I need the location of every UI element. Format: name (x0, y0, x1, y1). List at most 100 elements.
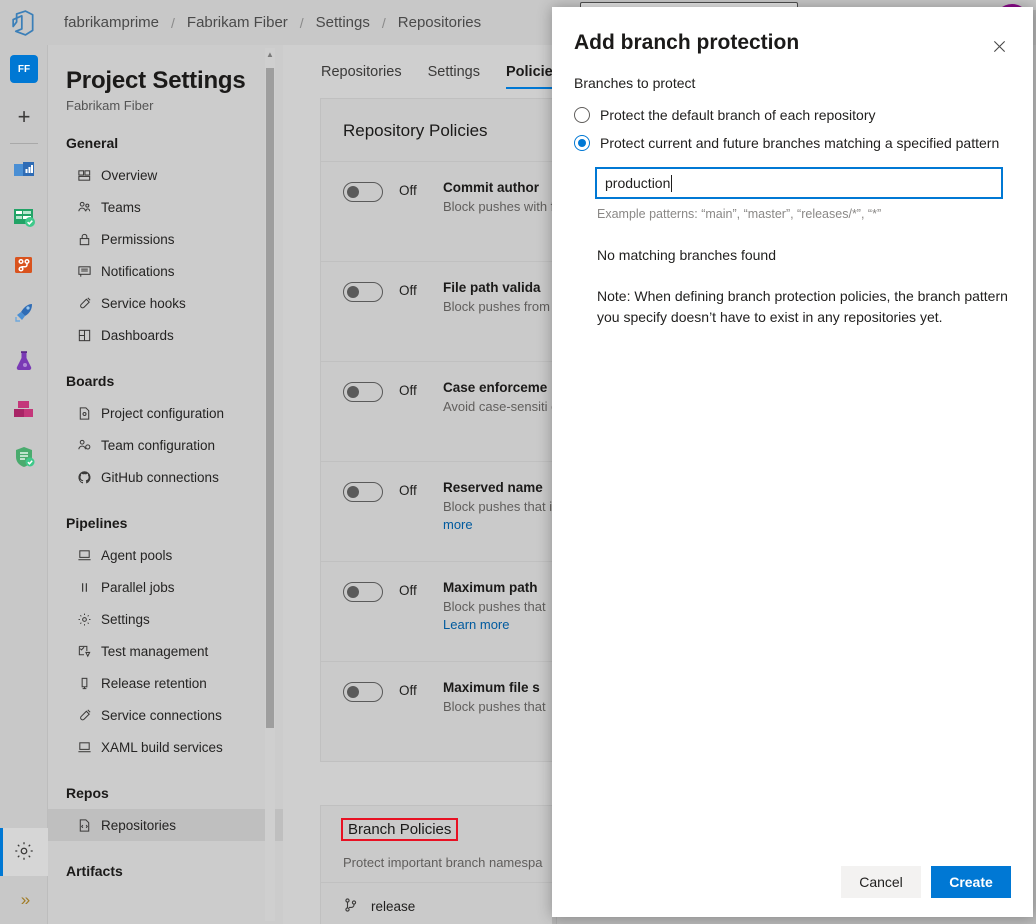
org-initials: FF (10, 55, 38, 83)
sidebar-item-label: Settings (101, 612, 150, 627)
branch-icon (343, 897, 359, 916)
expand-rail-button[interactable]: » (0, 876, 48, 924)
toggle-knob (347, 586, 359, 598)
scrollbar-thumb[interactable] (266, 68, 274, 728)
policy-toggle-state: Off (399, 583, 427, 598)
rail-item-pipelines[interactable] (0, 290, 48, 338)
no-matching-branches-message: No matching branches found (597, 247, 1011, 263)
dialog-title: Add branch protection (574, 31, 1011, 55)
branch-pattern-value: production (605, 175, 670, 191)
boards-icon (12, 205, 36, 232)
nav-scrollbar[interactable]: ▲ (265, 48, 275, 921)
project-settings-nav: Project Settings Fabrikam Fiber General … (48, 45, 283, 924)
artifacts-icon (12, 397, 36, 424)
radio-button[interactable] (574, 135, 590, 151)
breadcrumb-separator: / (167, 15, 179, 31)
sidebar-item-label: Team configuration (101, 438, 215, 453)
sidebar-item-label: Teams (101, 200, 141, 215)
sidebar-item-permissions[interactable]: Permissions (48, 223, 283, 255)
parallel-icon (76, 579, 92, 595)
sidebar-item-repositories[interactable]: Repositories (48, 809, 283, 841)
sidebar-item-label: GitHub connections (101, 470, 219, 485)
rail-item-artifacts[interactable] (0, 386, 48, 434)
toggle-knob (347, 286, 359, 298)
config-icon (76, 405, 92, 421)
breadcrumb-item-settings[interactable]: Settings (308, 14, 378, 31)
list-item[interactable]: release (321, 882, 556, 924)
create-button[interactable]: Create (931, 866, 1011, 898)
sidebar-item-service-hooks[interactable]: Service hooks (48, 287, 283, 319)
overview-icon (12, 157, 36, 184)
policy-toggle[interactable] (343, 482, 383, 502)
rail-item-advanced-security[interactable] (0, 434, 48, 482)
policy-toggle-state: Off (399, 383, 427, 398)
sidebar-item-dashboards[interactable]: Dashboards (48, 319, 283, 351)
text-caret (671, 175, 672, 192)
close-icon[interactable] (985, 32, 1013, 60)
rail-item-test-plans[interactable] (0, 338, 48, 386)
sidebar-item-label: Permissions (101, 232, 175, 247)
radio-button[interactable] (574, 107, 590, 123)
pipelines-icon (12, 301, 36, 328)
sidebar-item-teams[interactable]: Teams (48, 191, 283, 223)
radio-label: Protect current and future branches matc… (600, 135, 999, 151)
tab-repositories[interactable]: Repositories (321, 64, 402, 89)
agent-icon (76, 739, 92, 755)
tab-settings[interactable]: Settings (428, 64, 480, 89)
policy-toggle[interactable] (343, 582, 383, 602)
sidebar-item-label: Service hooks (101, 296, 186, 311)
nav-group-general: General (48, 113, 283, 159)
sidebar-item-team-configuration[interactable]: Team configuration (48, 429, 283, 461)
rail-item-project-settings[interactable] (0, 828, 48, 876)
sidebar-item-release-retention[interactable]: Release retention (48, 667, 283, 699)
policy-toggle[interactable] (343, 382, 383, 402)
rail-item-boards[interactable] (0, 194, 48, 242)
rail-item-overview[interactable] (0, 146, 48, 194)
branch-policies-heading: Branch Policies (341, 818, 458, 841)
sidebar-item-label: Dashboards (101, 328, 174, 343)
org-tile[interactable]: FF (0, 45, 48, 93)
sidebar-item-xaml-build-services[interactable]: XAML build services (48, 731, 283, 763)
breadcrumb-item-org[interactable]: fabrikamprime (56, 14, 167, 31)
nav-group-pipelines: Pipelines (48, 493, 283, 539)
dialog-body: Branches to protect Protect the default … (552, 55, 1033, 328)
policy-toggle-state: Off (399, 683, 427, 698)
sidebar-item-test-management[interactable]: Test management (48, 635, 283, 667)
branch-policies-card: Branch Policies Protect important branch… (320, 805, 557, 924)
toggle-knob (347, 486, 359, 498)
policy-toggle[interactable] (343, 682, 383, 702)
policy-toggle-state: Off (399, 283, 427, 298)
sidebar-item-overview[interactable]: Overview (48, 159, 283, 191)
sidebar-item-project-configuration[interactable]: Project configuration (48, 397, 283, 429)
policy-toggle[interactable] (343, 182, 383, 202)
sidebar-item-parallel-jobs[interactable]: Parallel jobs (48, 571, 283, 603)
toggle-knob (347, 386, 359, 398)
sidebar-item-github-connections[interactable]: GitHub connections (48, 461, 283, 493)
sidebar-item-agent-pools[interactable]: Agent pools (48, 539, 283, 571)
page-subtitle: Fabrikam Fiber (48, 95, 283, 113)
rail-item-repos[interactable] (0, 242, 48, 290)
sidebar-item-notifications[interactable]: Notifications (48, 255, 283, 287)
breadcrumb-item-repositories[interactable]: Repositories (390, 14, 489, 31)
policy-toggle[interactable] (343, 282, 383, 302)
sidebar-item-label: Parallel jobs (101, 580, 175, 595)
azure-devops-logo[interactable] (0, 0, 48, 45)
sidebar-item-settings[interactable]: Settings (48, 603, 283, 635)
dialog-footer: Cancel Create (552, 847, 1033, 917)
radio-option-pattern[interactable]: Protect current and future branches matc… (574, 129, 1011, 157)
branch-name: release (371, 899, 415, 914)
add-branch-protection-dialog: Add branch protection Branches to protec… (552, 7, 1033, 917)
scroll-up-arrow-icon[interactable]: ▲ (266, 50, 274, 60)
radio-option-default-branch[interactable]: Protect the default branch of each repos… (574, 101, 1011, 129)
retention-icon (76, 675, 92, 691)
branch-pattern-input[interactable]: production (595, 167, 1003, 199)
sidebar-item-label: Project configuration (101, 406, 224, 421)
sidebar-item-label: Release retention (101, 676, 207, 691)
sidebar-item-service-connections[interactable]: Service connections (48, 699, 283, 731)
repos-icon (12, 253, 36, 280)
cancel-button[interactable]: Cancel (841, 866, 921, 898)
breadcrumb: fabrikamprime / Fabrikam Fiber / Setting… (56, 14, 489, 31)
breadcrumb-item-project[interactable]: Fabrikam Fiber (179, 14, 296, 31)
new-item-button[interactable]: + (0, 93, 48, 141)
teams-icon (76, 199, 92, 215)
